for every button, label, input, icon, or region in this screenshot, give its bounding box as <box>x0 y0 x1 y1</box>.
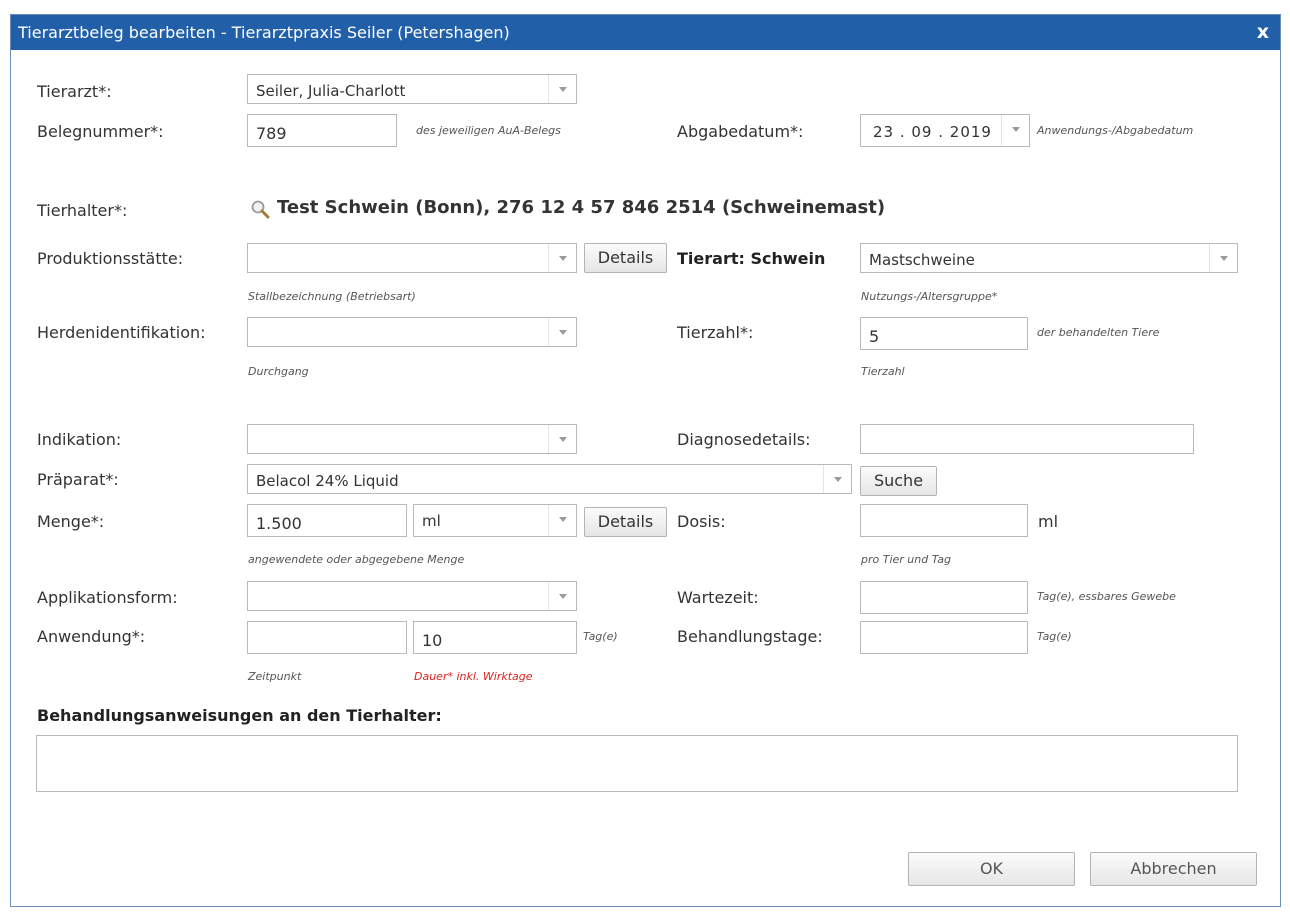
dosis-label: Dosis: <box>677 512 726 531</box>
abgabedatum-label: Abgabedatum*: <box>677 122 804 141</box>
anwendung-label: Anwendung*: <box>37 627 146 646</box>
chevron-down-icon <box>548 505 576 536</box>
search-button[interactable]: Suche <box>860 466 937 496</box>
dialog-titlebar: Tierarztbeleg bearbeiten - Tierarztpraxi… <box>11 15 1280 50</box>
chevron-down-icon[interactable] <box>1001 115 1029 146</box>
close-icon[interactable]: x <box>1257 21 1269 43</box>
indikation-label: Indikation: <box>37 430 122 449</box>
dosis-hint: pro Tier und Tag <box>861 553 952 566</box>
dialog-title: Tierarztbeleg bearbeiten - Tierarztpraxi… <box>18 23 510 42</box>
menge-unit-value: ml <box>422 512 441 530</box>
herden-select[interactable] <box>247 317 577 347</box>
chevron-down-icon <box>548 318 576 346</box>
tierzahl-hint-below: Tierzahl <box>861 365 905 378</box>
menge-hint: angewendete oder abgegebene Menge <box>248 553 465 566</box>
herden-hint: Durchgang <box>248 365 309 378</box>
belegnummer-label: Belegnummer*: <box>37 122 164 141</box>
indikation-select[interactable] <box>247 424 577 454</box>
diagnose-input[interactable] <box>860 424 1194 454</box>
tierarzt-select[interactable]: Seiler, Julia-Charlott <box>247 74 577 104</box>
belegnummer-value: 789 <box>256 124 287 143</box>
produktionsstaette-details-button[interactable]: Details <box>584 243 667 273</box>
anwendung-unit: Tag(e) <box>583 630 618 643</box>
belegnummer-input[interactable]: 789 <box>247 114 397 147</box>
tierart-label: Tierart: Schwein <box>677 249 826 268</box>
anwendung-dauer-input[interactable]: 10 <box>413 621 577 654</box>
behandlungstage-input[interactable] <box>860 621 1028 654</box>
tierhalter-value: Test Schwein (Bonn), 276 12 4 57 846 251… <box>277 197 886 218</box>
menge-input[interactable]: 1.500 <box>247 504 407 537</box>
chevron-down-icon <box>548 582 576 610</box>
abgabedatum-value: 23 . 09 . 2019 <box>873 123 992 141</box>
anwendung-zeitpunkt-input[interactable] <box>247 621 407 654</box>
anweisungen-textarea[interactable] <box>36 735 1238 792</box>
anweisungen-label: Behandlungsanweisungen an den Tierhalter… <box>37 706 442 725</box>
produktionsstaette-select[interactable] <box>247 243 577 273</box>
tierzahl-label: Tierzahl*: <box>677 323 754 342</box>
tierart-hint: Nutzungs-/Altersgruppe* <box>861 290 998 303</box>
chevron-down-icon <box>823 465 851 493</box>
applikation-label: Applikationsform: <box>37 588 178 607</box>
chevron-down-icon <box>548 244 576 272</box>
wartezeit-label: Wartezeit: <box>677 588 759 607</box>
menge-label: Menge*: <box>37 512 105 531</box>
produktionsstaette-hint: Stallbezeichnung (Betriebsart) <box>248 290 416 303</box>
menge-details-button[interactable]: Details <box>584 507 667 537</box>
search-icon[interactable] <box>250 199 270 219</box>
herden-label: Herdenidentifikation: <box>37 323 206 342</box>
tierzahl-input[interactable]: 5 <box>860 317 1028 350</box>
diagnose-label: Diagnosedetails: <box>677 430 811 449</box>
applikation-select[interactable] <box>247 581 577 611</box>
tierarzt-label: Tierarzt*: <box>37 82 112 101</box>
chevron-down-icon <box>548 425 576 453</box>
praeparat-label: Präparat*: <box>37 470 119 489</box>
produktionsstaette-label: Produktionsstätte: <box>37 249 184 268</box>
ok-button[interactable]: OK <box>908 852 1075 886</box>
belegnummer-hint: des jeweiligen AuA-Belegs <box>416 124 561 137</box>
anwendung-zeitpunkt-hint: Zeitpunkt <box>248 670 302 683</box>
dosis-unit: ml <box>1038 512 1059 531</box>
tierzahl-hint-right: der behandelten Tiere <box>1037 326 1160 339</box>
tierhalter-label: Tierhalter*: <box>37 201 128 220</box>
tierart-value: Mastschweine <box>869 251 975 269</box>
behandlungstage-unit: Tag(e) <box>1037 630 1072 643</box>
chevron-down-icon <box>548 75 576 103</box>
cancel-button[interactable]: Abbrechen <box>1090 852 1257 886</box>
tierart-select[interactable]: Mastschweine <box>860 243 1238 273</box>
anwendung-dauer-hint: Dauer* inkl. Wirktage <box>414 670 533 683</box>
menge-unit-select[interactable]: ml <box>413 504 577 537</box>
praeparat-value: Belacol 24% Liquid <box>256 472 399 490</box>
abgabedatum-picker[interactable]: 23 . 09 . 2019 <box>860 114 1030 147</box>
dosis-input[interactable] <box>860 504 1028 537</box>
chevron-down-icon <box>1209 244 1237 272</box>
menge-value: 1.500 <box>256 514 302 533</box>
wartezeit-input[interactable] <box>860 581 1028 614</box>
behandlungstage-label: Behandlungstage: <box>677 627 823 646</box>
wartezeit-hint: Tag(e), essbares Gewebe <box>1037 590 1176 603</box>
anwendung-dauer-value: 10 <box>422 631 443 650</box>
tierzahl-value: 5 <box>869 327 880 346</box>
praeparat-select[interactable]: Belacol 24% Liquid <box>247 464 852 494</box>
tierarzt-value: Seiler, Julia-Charlott <box>256 82 406 100</box>
abgabedatum-hint: Anwendungs-/Abgabedatum <box>1037 124 1194 137</box>
